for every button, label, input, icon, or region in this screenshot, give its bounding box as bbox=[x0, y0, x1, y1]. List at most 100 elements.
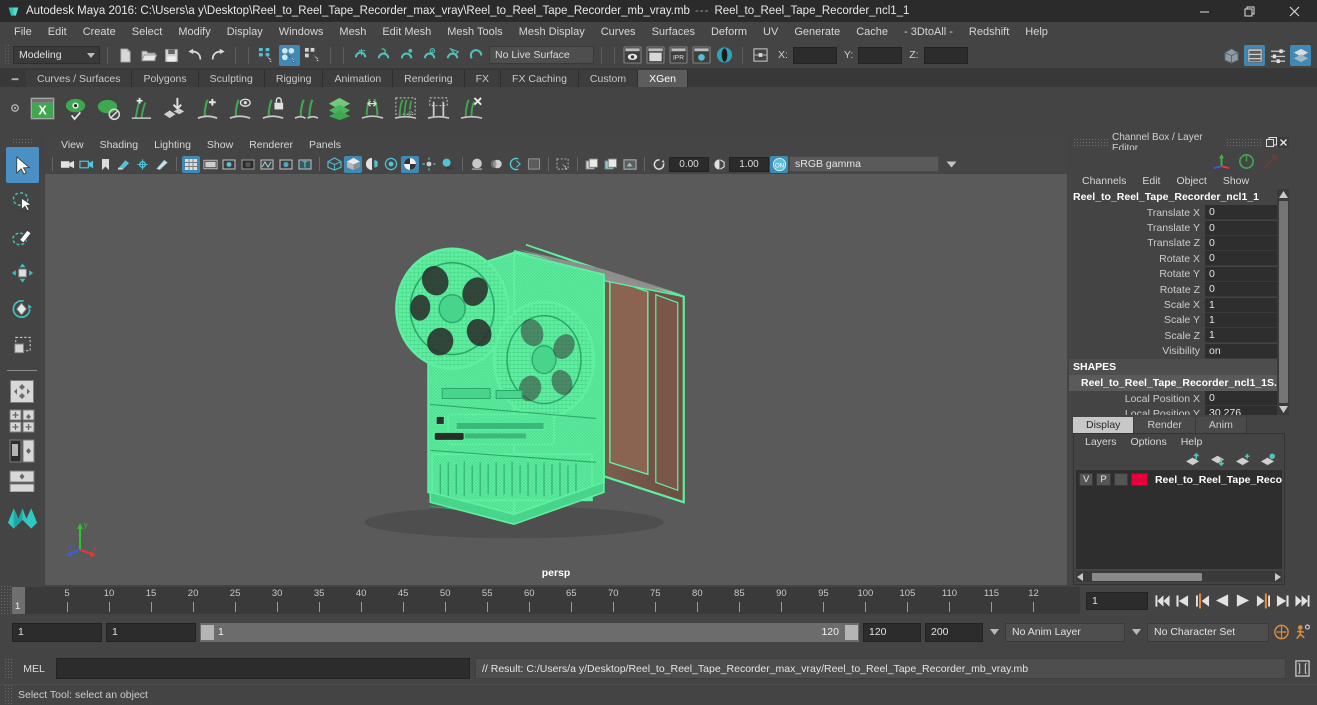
gate-mask-button[interactable] bbox=[239, 156, 257, 173]
display-layer-list[interactable]: V P Reel_to_Reel_Tape_Reco bbox=[1076, 470, 1282, 569]
menu-help[interactable]: Help bbox=[1017, 24, 1056, 40]
y-coord-field[interactable] bbox=[858, 46, 903, 64]
select-tool-button[interactable] bbox=[5, 147, 39, 183]
toolbar-grip[interactable] bbox=[4, 44, 11, 66]
step-forward-keyframe-button[interactable] bbox=[1274, 592, 1291, 610]
shelf-tab-animation[interactable]: Animation bbox=[323, 70, 394, 87]
grab-viewport-button[interactable] bbox=[621, 156, 639, 173]
show-hide-modeling-toolkit-button[interactable] bbox=[1221, 45, 1242, 66]
snapshot-button[interactable] bbox=[583, 156, 601, 173]
layer-menu-help[interactable]: Help bbox=[1174, 436, 1210, 448]
open-scene-button[interactable] bbox=[138, 45, 159, 66]
rotate-tool-button[interactable] bbox=[6, 291, 39, 327]
xgen-duplicate-description-icon[interactable] bbox=[290, 91, 323, 125]
undock-panel-button[interactable] bbox=[1265, 136, 1277, 149]
attribute-value[interactable]: 0 bbox=[1205, 251, 1277, 267]
layer-menu-options[interactable]: Options bbox=[1124, 436, 1174, 448]
anim-layer-dropdown-arrow[interactable] bbox=[987, 629, 1001, 635]
play-forwards-button[interactable] bbox=[1234, 592, 1251, 610]
wireframe-shading-button[interactable] bbox=[325, 156, 343, 173]
render-sequence-button[interactable] bbox=[645, 45, 666, 66]
playback-end-field[interactable]: 120 bbox=[863, 622, 921, 642]
scroll-right-arrow-icon[interactable] bbox=[1273, 572, 1281, 581]
redo-button[interactable] bbox=[207, 45, 228, 66]
shelf-tab-polygons[interactable]: Polygons bbox=[132, 70, 199, 87]
xgen-add-description-icon[interactable] bbox=[191, 91, 224, 125]
isolate-select-button[interactable] bbox=[554, 156, 572, 173]
xgen-layers-icon[interactable] bbox=[323, 91, 356, 125]
xgen-disable-preview-icon[interactable] bbox=[92, 91, 125, 125]
wireframe-on-shaded-button[interactable] bbox=[258, 156, 276, 173]
scrollbar-thumb[interactable] bbox=[1278, 201, 1288, 403]
color-space-dropdown-arrow[interactable] bbox=[940, 156, 962, 172]
persp-viewport-canvas[interactable]: y x z persp bbox=[45, 174, 1067, 585]
display-layer-row[interactable]: V P Reel_to_Reel_Tape_Reco bbox=[1076, 470, 1282, 487]
snap-to-projected-center-button[interactable] bbox=[420, 45, 441, 66]
channel-row[interactable]: Local Position X 0 bbox=[1069, 391, 1277, 407]
select-object-button[interactable] bbox=[279, 44, 300, 66]
channel-row[interactable]: Scale Z 1 bbox=[1069, 328, 1277, 344]
snap-to-point-button[interactable] bbox=[397, 45, 418, 66]
input-output-toggle-button[interactable] bbox=[750, 45, 771, 66]
anim-layer-selector[interactable]: No Anim Layer bbox=[1005, 622, 1125, 642]
grease-pencil-button[interactable] bbox=[153, 156, 171, 173]
character-set-dropdown-arrow[interactable] bbox=[1129, 629, 1143, 635]
close-panel-button[interactable] bbox=[1277, 136, 1289, 149]
transform-circle-icon[interactable] bbox=[1238, 153, 1255, 170]
snap-to-view-plane-button[interactable] bbox=[443, 45, 464, 66]
hscrollbar-thumb[interactable] bbox=[1092, 572, 1202, 581]
viewport-menu-shading[interactable]: Shading bbox=[92, 138, 147, 152]
menu-modify[interactable]: Modify bbox=[170, 24, 218, 40]
bookmark-button[interactable] bbox=[96, 156, 114, 173]
command-input-field[interactable] bbox=[56, 658, 470, 679]
menu-uv[interactable]: UV bbox=[755, 24, 786, 40]
menu-display[interactable]: Display bbox=[219, 24, 271, 40]
channel-row[interactable]: Translate Z 0 bbox=[1069, 235, 1277, 251]
manipulator-axes-icon[interactable] bbox=[1212, 153, 1231, 170]
layout-four-pane-button[interactable] bbox=[6, 406, 39, 436]
minimize-button[interactable] bbox=[1182, 0, 1227, 22]
color-management-toggle[interactable]: ON bbox=[770, 155, 788, 173]
xray-button[interactable] bbox=[277, 156, 295, 173]
show-hide-channel-box-button[interactable] bbox=[1290, 44, 1311, 66]
menu-redshift[interactable]: Redshift bbox=[961, 24, 1017, 40]
shelf-options-column[interactable] bbox=[4, 88, 26, 128]
animation-preferences-button[interactable] bbox=[1294, 623, 1311, 641]
save-scene-button[interactable] bbox=[161, 45, 182, 66]
layer-playback-toggle[interactable]: P bbox=[1096, 473, 1111, 486]
snap-to-grid-button[interactable] bbox=[351, 45, 372, 66]
xgen-preview-icon[interactable] bbox=[59, 91, 92, 125]
command-result-field[interactable]: // Result: C:/Users/a y/Desktop/Reel_to_… bbox=[475, 658, 1286, 679]
panel-drag-dots-right[interactable] bbox=[1226, 137, 1262, 148]
menu-curves[interactable]: Curves bbox=[593, 24, 644, 40]
exposure-value-field[interactable]: 0.00 bbox=[669, 156, 709, 172]
step-forward-frame-button[interactable] bbox=[1254, 592, 1271, 610]
range-end-handle[interactable] bbox=[845, 624, 858, 640]
current-time-indicator[interactable]: 1 bbox=[12, 587, 25, 614]
scroll-left-arrow-icon[interactable] bbox=[1077, 572, 1085, 581]
xgen-distribute-icon[interactable] bbox=[356, 91, 389, 125]
attribute-value[interactable]: 1 bbox=[1205, 328, 1277, 344]
toggle-grid-button[interactable] bbox=[182, 155, 200, 173]
use-all-lights-button[interactable] bbox=[420, 156, 438, 173]
layout-persp-graph-button[interactable] bbox=[6, 466, 39, 496]
channel-row[interactable]: Scale Y 1 bbox=[1069, 312, 1277, 328]
play-backwards-button[interactable] bbox=[1214, 592, 1231, 610]
toolbox-grip[interactable] bbox=[12, 138, 32, 145]
channel-row[interactable]: Scale X 1 bbox=[1069, 297, 1277, 313]
move-layer-up-icon[interactable] bbox=[1185, 452, 1201, 466]
character-set-selector[interactable]: No Character Set bbox=[1147, 622, 1269, 642]
channel-row[interactable]: Rotate X 0 bbox=[1069, 251, 1277, 267]
viewport-menu-renderer[interactable]: Renderer bbox=[241, 138, 301, 152]
select-hierarchy-button[interactable] bbox=[256, 45, 277, 66]
step-back-frame-button[interactable] bbox=[1194, 592, 1211, 610]
shelf-tab-xgen[interactable]: XGen bbox=[638, 70, 688, 87]
step-back-keyframe-button[interactable] bbox=[1174, 592, 1191, 610]
motion-blur-button[interactable] bbox=[487, 156, 505, 173]
x-coord-field[interactable] bbox=[792, 46, 837, 64]
auto-keyframe-toggle-button[interactable] bbox=[1273, 623, 1290, 641]
make-live-button[interactable] bbox=[466, 45, 487, 66]
panel-drag-dots[interactable] bbox=[1073, 137, 1108, 148]
menu-mesh-display[interactable]: Mesh Display bbox=[511, 24, 593, 40]
shelf-tab-custom[interactable]: Custom bbox=[578, 70, 639, 87]
